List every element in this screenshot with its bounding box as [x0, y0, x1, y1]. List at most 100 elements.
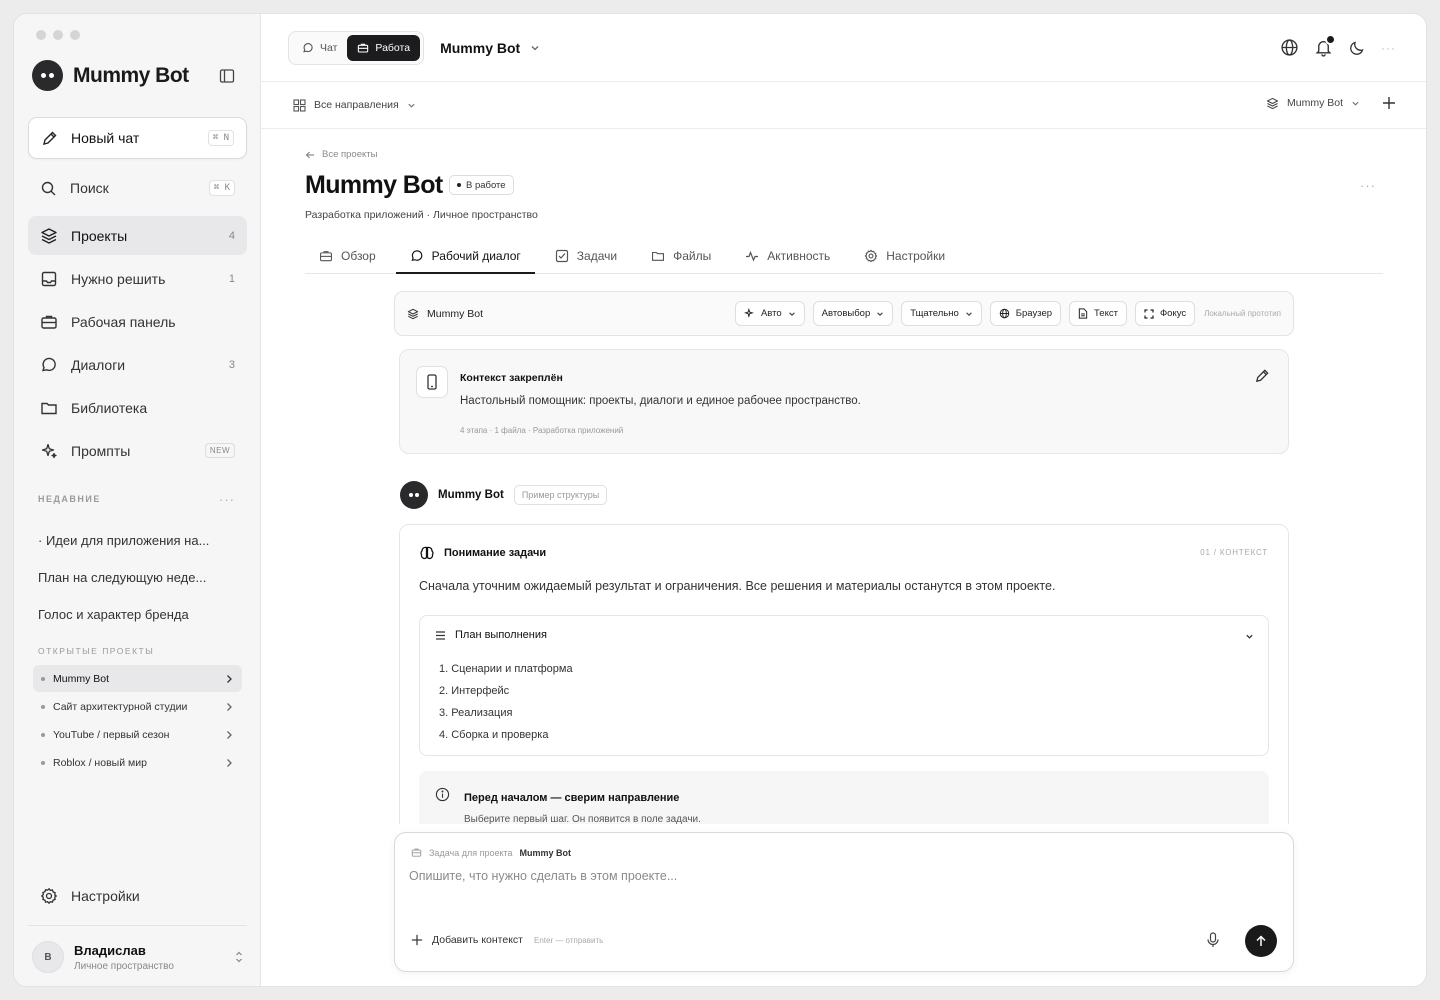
open-project-label: Mummy Bot	[53, 672, 110, 685]
tab-label: Рабочий диалог	[431, 249, 521, 263]
recent-item[interactable]: · Идеи для приложения на...	[38, 522, 238, 559]
tab-tasks[interactable]: Задачи	[541, 239, 631, 273]
inbox-icon	[40, 270, 58, 288]
sidebar-item-prompts[interactable]: Промпты NEW	[28, 431, 247, 470]
back-to-projects-link[interactable]: Все проекты	[305, 149, 377, 160]
tab-label: Настройки	[886, 249, 946, 263]
activity-icon	[745, 249, 759, 263]
plan-accordion[interactable]: План выполнения 1. Сценарии и платформа …	[419, 615, 1269, 756]
globe-icon	[999, 308, 1010, 319]
more-icon[interactable]: ···	[1381, 41, 1396, 55]
send-button[interactable]	[1245, 925, 1277, 957]
open-project-label: YouTube / первый сезон	[53, 728, 170, 741]
new-chat-button[interactable]: Новый чат ⌘ N	[28, 117, 247, 159]
toolbar-title-label: Mummy Bot	[427, 307, 484, 320]
sidebar-item-needs-decision[interactable]: Нужно решить 1	[28, 259, 247, 298]
depth-dropdown[interactable]: Тщательно	[901, 301, 982, 326]
user-name: Владислав	[74, 942, 146, 958]
notification-dot	[1325, 34, 1336, 45]
project-dot	[41, 676, 45, 681]
tab-label: Активность	[767, 249, 831, 263]
chip-label: Текст	[1094, 308, 1118, 319]
composer-header: Задача для проекта Mummy Bot	[411, 847, 571, 858]
pinned-meta: 4 этапа · 1 файла · Разработка приложени…	[460, 426, 624, 435]
briefcase-icon	[411, 847, 422, 858]
chevron-down-icon[interactable]	[1245, 632, 1254, 641]
plus-icon[interactable]	[1382, 96, 1396, 110]
recent-list: · Идеи для приложения на... План на след…	[38, 522, 238, 633]
maximize-window-button[interactable]	[70, 30, 80, 40]
assistant-message-card: Понимание задачи 01 / КОНТЕКСТ Сначала у…	[399, 524, 1289, 854]
open-project-label: Сайт архитектурной студии	[53, 700, 188, 713]
model-dropdown[interactable]: Автовыбор	[812, 301, 894, 326]
recent-more-icon[interactable]: ···	[219, 492, 235, 507]
brand-logo	[32, 60, 63, 91]
workspace-selector[interactable]: Mummy Bot	[440, 40, 540, 56]
microphone-icon[interactable]	[1206, 932, 1220, 948]
open-project-item[interactable]: YouTube / первый сезон	[33, 721, 242, 748]
sidebar-item-library[interactable]: Библиотека	[28, 388, 247, 427]
search-icon	[40, 180, 57, 197]
open-project-item[interactable]: Roblox / новый мир	[33, 749, 242, 776]
sidebar-item-projects[interactable]: Проекты 4	[28, 216, 247, 255]
text-toggle[interactable]: Текст	[1069, 301, 1127, 326]
document-icon	[1078, 308, 1088, 319]
tab-overview[interactable]: Обзор	[305, 239, 390, 273]
open-project-item[interactable]: Сайт архитектурной студии	[33, 693, 242, 720]
sidebar-settings-button[interactable]: Настройки	[28, 878, 247, 914]
sidebar-item-label: Библиотека	[71, 399, 148, 416]
pinned-text: Настольный помощник: проекты, диалоги и …	[460, 395, 861, 407]
add-context-button[interactable]: Добавить контекст	[411, 934, 523, 946]
tab-files[interactable]: Файлы	[637, 239, 725, 273]
auto-mode-dropdown[interactable]: Авто	[734, 301, 805, 326]
close-window-button[interactable]	[36, 30, 46, 40]
sidebar-item-dialogs[interactable]: Диалоги 3	[28, 345, 247, 384]
tab-activity[interactable]: Активность	[731, 239, 844, 273]
sidebar-toggle-icon[interactable]	[219, 68, 235, 84]
chip-label: Авто	[760, 308, 782, 319]
search-button[interactable]: Поиск ⌘ K	[28, 170, 247, 206]
mode-chat-button[interactable]: Чат	[292, 35, 347, 61]
chip-label: Браузер	[1015, 308, 1053, 319]
message-tag: Пример структуры	[513, 485, 608, 505]
expand-icon	[1144, 308, 1154, 319]
composer-project: Mummy Bot	[519, 847, 572, 858]
main-content: Чат Работа Mummy Bot ··· Все направления…	[261, 14, 1426, 986]
moon-icon[interactable]	[1348, 39, 1366, 57]
divider	[28, 925, 247, 926]
sparkle-icon	[40, 442, 58, 460]
pinned-title: Контекст закреплён	[460, 372, 563, 384]
directions-selector[interactable]: Все направления	[293, 98, 416, 112]
folder-icon	[40, 399, 58, 417]
focus-toggle[interactable]: Фокус	[1134, 301, 1196, 326]
minimize-window-button[interactable]	[53, 30, 63, 40]
checkbox-icon	[555, 249, 569, 263]
task-input[interactable]	[409, 869, 1279, 913]
user-workspace: Личное пространство	[74, 960, 174, 972]
plan-step: 3. Реализация	[439, 707, 513, 719]
message-text: Сначала уточним ожидаемый результат и ог…	[419, 579, 1056, 593]
tab-settings[interactable]: Настройки	[850, 239, 959, 273]
mode-switch: Чат Работа	[288, 30, 425, 65]
layers-icon	[40, 227, 58, 245]
prototype-label: Локальный прототип	[1204, 309, 1281, 318]
open-project-item[interactable]: Mummy Bot	[33, 665, 242, 692]
project-dot	[41, 732, 45, 737]
globe-icon[interactable]	[1280, 38, 1299, 57]
browser-toggle[interactable]: Браузер	[989, 301, 1062, 326]
mode-work-button[interactable]: Работа	[347, 34, 421, 61]
project-selector[interactable]: Mummy Bot	[1266, 97, 1360, 110]
user-menu[interactable]: В Владислав Личное пространство	[32, 941, 244, 973]
sidebar-item-dashboard[interactable]: Рабочая панель	[28, 302, 247, 341]
tab-work-dialog[interactable]: Рабочий диалог	[395, 239, 535, 274]
briefcase-icon	[357, 42, 369, 54]
edit-icon[interactable]	[1254, 368, 1270, 384]
sidebar-item-count: 3	[228, 358, 235, 371]
page-more-icon[interactable]: ···	[1360, 178, 1376, 193]
bell-icon[interactable]	[1314, 34, 1336, 57]
tab-label: Обзор	[341, 249, 376, 263]
recent-item[interactable]: План на следующую неде...	[38, 559, 238, 596]
recent-item[interactable]: Голос и характер бренда	[38, 596, 238, 633]
author-name: Mummy Bot	[438, 489, 504, 501]
tab-label: Файлы	[673, 249, 712, 263]
